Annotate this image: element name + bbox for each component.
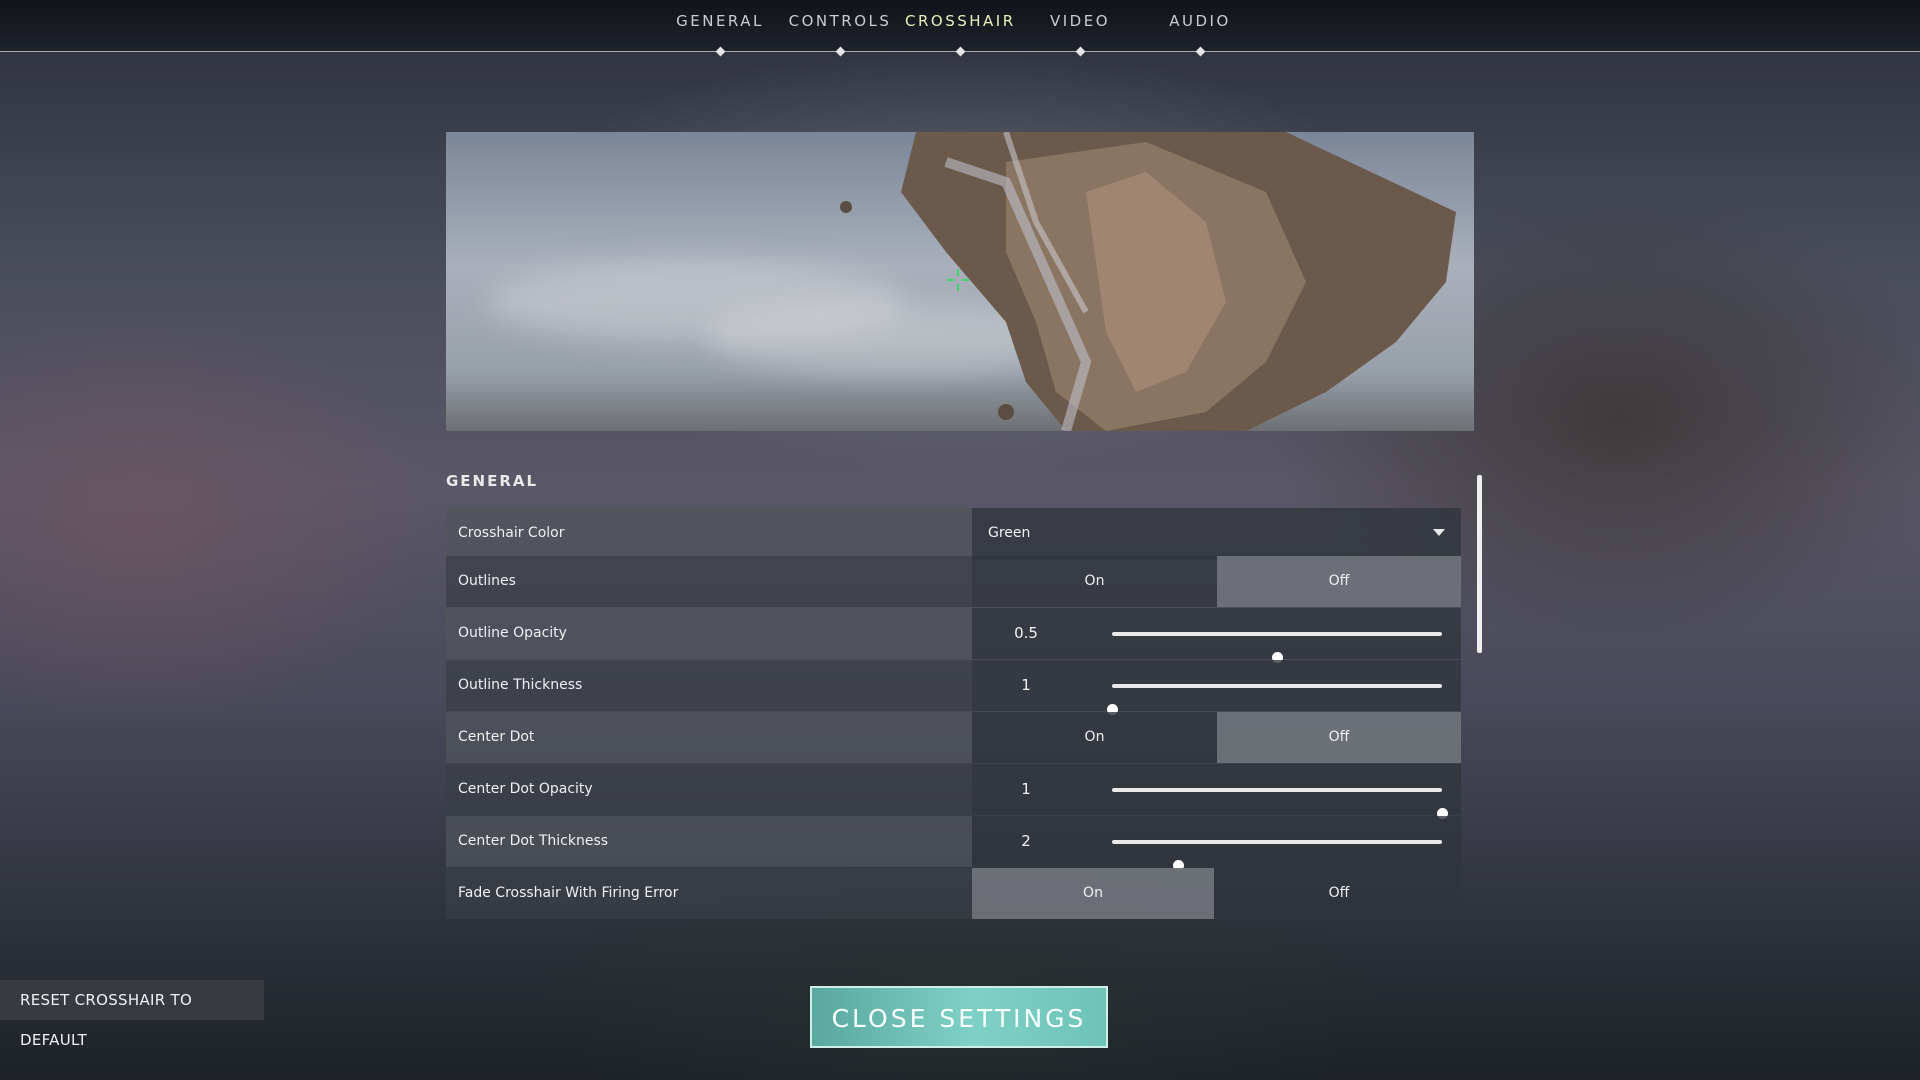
crosshair-icon bbox=[947, 269, 969, 291]
setting-outline-opacity: Outline Opacity 0.5 bbox=[446, 608, 1461, 663]
fade-crosshair-on-button[interactable]: On bbox=[972, 868, 1214, 919]
setting-label: Fade Crosshair With Firing Error bbox=[446, 868, 972, 919]
center-dot-thickness-control: 2 bbox=[972, 816, 1461, 871]
tab-general-label: GENERAL bbox=[676, 12, 764, 30]
crosshair-preview bbox=[446, 132, 1474, 431]
fade-crosshair-off-button[interactable]: Off bbox=[1217, 868, 1461, 919]
section-title: GENERAL bbox=[446, 472, 539, 490]
tab-crosshair-label: CROSSHAIR bbox=[905, 12, 1016, 30]
tab-crosshair[interactable]: CROSSHAIR bbox=[905, 12, 1016, 57]
dropdown-value: Green bbox=[988, 525, 1031, 541]
outline-opacity-slider[interactable] bbox=[1112, 632, 1442, 663]
center-dot-thickness-value[interactable]: 2 bbox=[972, 816, 1080, 867]
tab-audio-label: AUDIO bbox=[1169, 12, 1231, 30]
tab-general[interactable]: GENERAL bbox=[665, 12, 775, 57]
setting-label: Outline Opacity bbox=[446, 608, 972, 659]
setting-center-dot-opacity: Center Dot Opacity 1 bbox=[446, 764, 1461, 819]
tab-audio[interactable]: AUDIO bbox=[1145, 12, 1255, 57]
setting-center-dot-thickness: Center Dot Thickness 2 bbox=[446, 816, 1461, 871]
scrollbar[interactable] bbox=[1477, 475, 1482, 653]
setting-outlines: Outlines On Off bbox=[446, 556, 1461, 607]
center-dot-opacity-value[interactable]: 1 bbox=[972, 764, 1080, 815]
setting-label: Center Dot bbox=[446, 712, 972, 763]
center-dot-off-button[interactable]: Off bbox=[1217, 712, 1461, 763]
setting-fade-crosshair: Fade Crosshair With Firing Error On Off bbox=[446, 868, 1461, 919]
outline-thickness-control: 1 bbox=[972, 660, 1461, 715]
tab-controls[interactable]: CONTROLS bbox=[785, 12, 895, 57]
outlines-toggle: On Off bbox=[972, 556, 1461, 607]
outline-opacity-value[interactable]: 0.5 bbox=[972, 608, 1080, 659]
center-dot-on-button[interactable]: On bbox=[972, 712, 1217, 763]
chevron-down-icon bbox=[1433, 529, 1445, 536]
tab-video[interactable]: VIDEO bbox=[1025, 12, 1135, 57]
setting-center-dot: Center Dot On Off bbox=[446, 712, 1461, 763]
fade-crosshair-toggle: On Off bbox=[972, 868, 1461, 919]
setting-crosshair-color: Crosshair Color Green bbox=[446, 508, 1461, 559]
outline-thickness-value[interactable]: 1 bbox=[972, 660, 1080, 711]
outlines-off-button[interactable]: Off bbox=[1217, 556, 1461, 607]
outlines-on-button[interactable]: On bbox=[972, 556, 1217, 607]
reset-crosshair-button[interactable]: RESET CROSSHAIR TO DEFAULT bbox=[0, 980, 264, 1049]
crosshair-color-dropdown[interactable]: Green bbox=[972, 508, 1461, 559]
outline-opacity-control: 0.5 bbox=[972, 608, 1461, 663]
setting-label: Center Dot Opacity bbox=[446, 764, 972, 815]
center-dot-opacity-slider[interactable] bbox=[1112, 788, 1448, 819]
center-dot-opacity-control: 1 bbox=[972, 764, 1461, 819]
setting-label: Outlines bbox=[446, 556, 972, 607]
setting-label: Outline Thickness bbox=[446, 660, 972, 711]
setting-label: Crosshair Color bbox=[446, 508, 972, 559]
tab-video-label: VIDEO bbox=[1049, 12, 1111, 30]
setting-label: Center Dot Thickness bbox=[446, 816, 972, 867]
close-settings-button[interactable]: CLOSE SETTINGS bbox=[810, 986, 1108, 1048]
setting-outline-thickness: Outline Thickness 1 bbox=[446, 660, 1461, 715]
center-dot-thickness-slider[interactable] bbox=[1112, 840, 1442, 871]
tab-controls-label: CONTROLS bbox=[788, 12, 892, 30]
center-dot-toggle: On Off bbox=[972, 712, 1461, 763]
outline-thickness-slider[interactable] bbox=[1106, 684, 1442, 715]
